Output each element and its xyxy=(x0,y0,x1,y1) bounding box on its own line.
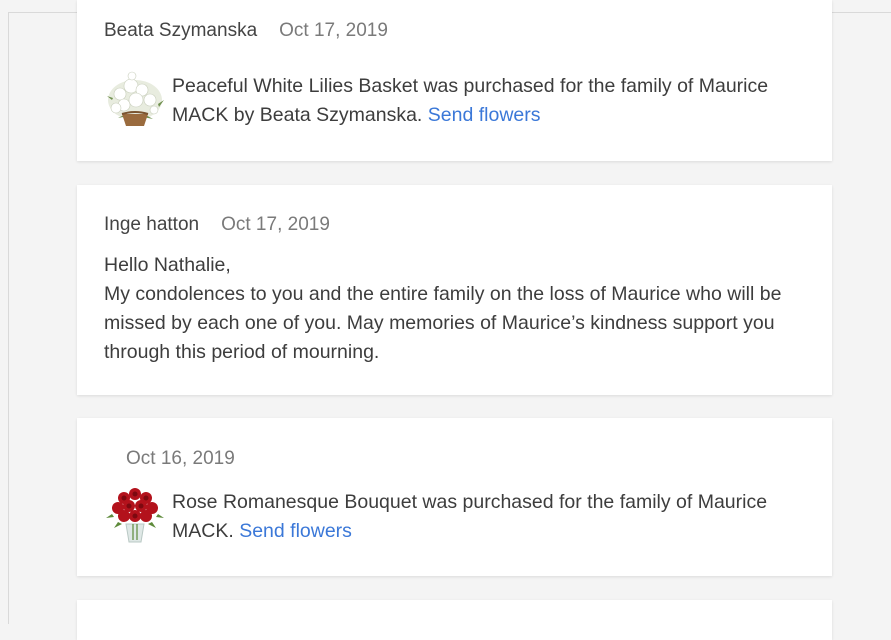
flower-purchase-card: Oct 16, 2019 Rose Romanesque Bouquet was… xyxy=(77,418,832,576)
send-flowers-link[interactable]: Send flowers xyxy=(428,104,541,126)
red-rose-bouquet-image xyxy=(104,484,166,546)
entry-author: Beata Szymanska xyxy=(104,20,258,41)
send-flowers-link[interactable]: Send flowers xyxy=(239,520,352,542)
guestbook-entry-card xyxy=(77,600,832,640)
message-greeting: Hello Nathalie, xyxy=(104,254,231,276)
white-lilies-basket-image xyxy=(104,70,166,132)
condolence-message-card: Inge hatton Oct 17, 2019 Hello Nathalie, … xyxy=(77,185,832,395)
entry-date: Oct 16, 2019 xyxy=(126,448,235,469)
entry-date: Oct 17, 2019 xyxy=(221,214,330,235)
flower-purchase-card: Beata Szymanska Oct 17, 2019 Peaceful Whi… xyxy=(77,0,832,161)
entry-author: Inge hatton xyxy=(104,214,200,235)
entry-date: Oct 17, 2019 xyxy=(279,20,388,41)
message-body: My condolences to you and the entire fam… xyxy=(104,283,782,363)
